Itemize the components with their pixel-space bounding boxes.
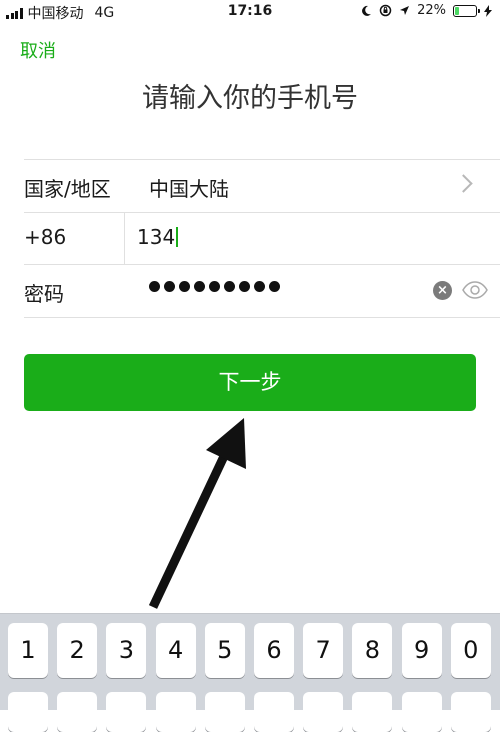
key-row2[interactable] [155, 692, 196, 732]
key-5[interactable]: 5 [204, 623, 245, 678]
key-row2[interactable] [106, 692, 147, 732]
key-row2[interactable] [450, 692, 491, 732]
key-1[interactable]: 1 [8, 623, 48, 678]
annotation-arrow [148, 418, 246, 609]
key-2[interactable]: 2 [57, 623, 98, 678]
key-4[interactable]: 4 [155, 623, 196, 678]
key-7[interactable]: 7 [303, 623, 344, 678]
key-6[interactable]: 6 [254, 623, 294, 678]
key-row2[interactable] [254, 692, 294, 732]
numeric-keyboard: 1234567890 [0, 613, 500, 732]
key-row2[interactable] [303, 692, 344, 732]
key-3[interactable]: 3 [106, 623, 147, 678]
key-row2[interactable] [57, 692, 98, 732]
key-row2[interactable] [8, 692, 48, 732]
key-row2[interactable] [401, 692, 442, 732]
key-9[interactable]: 9 [401, 623, 442, 678]
key-8[interactable]: 8 [352, 623, 393, 678]
key-row2[interactable] [352, 692, 393, 732]
key-row2[interactable] [204, 692, 245, 732]
key-0[interactable]: 0 [450, 623, 491, 678]
